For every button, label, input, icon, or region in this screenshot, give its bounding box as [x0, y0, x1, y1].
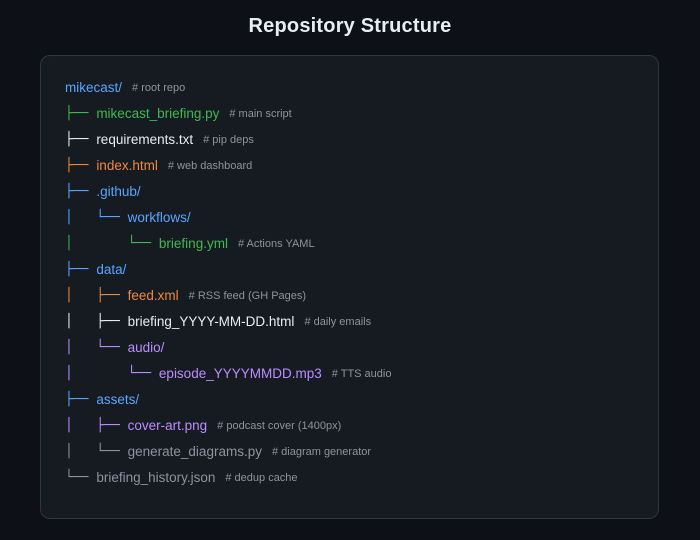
folder-name[interactable]: .github/ [96, 182, 140, 202]
entry-comment: # pip deps [203, 134, 254, 146]
file-name[interactable]: briefing.yml [159, 234, 228, 254]
file-name[interactable]: feed.xml [128, 286, 179, 306]
tree-row[interactable]: ├── mikecast_briefing.py # main script [65, 104, 292, 124]
tree-branch-prefix: ├── [65, 158, 97, 173]
tree-row[interactable]: │ └── audio/ [65, 338, 164, 358]
entry-comment: # TTS audio [331, 368, 392, 380]
repository-tree-panel: mikecast/ # root repo ├── mikecast_briefin… [40, 55, 659, 519]
tree-row[interactable]: └── briefing_history.json # dedup cache [65, 468, 298, 488]
tree-row[interactable]: │ ├── cover-art.png # podcast cover (1400… [65, 416, 341, 436]
tree-branch-prefix: ├── [65, 106, 97, 121]
file-name[interactable]: requirements.txt [96, 130, 193, 150]
entry-comment: # Actions YAML [237, 238, 315, 250]
tree-branch-prefix: └── [65, 470, 97, 485]
entry-comment: # dedup cache [225, 472, 298, 484]
file-name[interactable]: mikecast_briefing.py [96, 104, 219, 124]
folder-name[interactable]: workflows/ [128, 208, 191, 228]
file-name[interactable]: briefing_history.json [96, 468, 215, 488]
tree-row[interactable]: │ ├── briefing_YYYY-MM-DD.html # daily em… [65, 312, 371, 332]
tree-row[interactable]: │ └── briefing.yml # Actions YAML [65, 234, 315, 254]
tree-row[interactable]: │ ├── feed.xml # RSS feed (GH Pages) [65, 286, 306, 306]
tree-row[interactable]: │ └── generate_diagrams.py # diagram gene… [65, 442, 371, 462]
entry-comment: # main script [229, 108, 292, 120]
folder-name[interactable]: data/ [96, 260, 126, 280]
tree-branch-prefix: │ └── [65, 236, 159, 251]
entry-comment: # RSS feed (GH Pages) [188, 290, 307, 302]
entry-comment: # root repo [132, 82, 186, 94]
tree-branch-prefix: │ └── [65, 210, 128, 225]
entry-comment: # diagram generator [271, 446, 372, 458]
file-name[interactable]: generate_diagrams.py [128, 442, 262, 462]
tree-row[interactable]: │ └── workflows/ [65, 208, 191, 228]
file-name[interactable]: briefing_YYYY-MM-DD.html [128, 312, 295, 332]
page-title: Repository Structure [248, 15, 452, 37]
tree-branch-prefix: ├── [65, 262, 97, 277]
tree-row[interactable]: ├── requirements.txt # pip deps [65, 130, 254, 150]
file-name[interactable]: index.html [96, 156, 158, 176]
tree-branch-prefix: ├── [65, 132, 97, 147]
entry-comment: # podcast cover (1400px) [217, 420, 342, 432]
tree-branch-prefix: │ ├── [65, 418, 128, 433]
entry-comment: # daily emails [304, 316, 372, 328]
tree-branch-prefix: │ └── [65, 340, 128, 355]
tree-row[interactable]: ├── data/ [65, 260, 126, 280]
file-name[interactable]: cover-art.png [128, 416, 208, 436]
tree-branch-prefix: ├── [65, 184, 97, 199]
file-name[interactable]: episode_YYYYMMDD.mp3 [159, 364, 322, 384]
tree-branch-prefix: ├── [65, 392, 97, 407]
tree-row[interactable]: │ └── episode_YYYYMMDD.mp3 # TTS audio [65, 364, 391, 384]
tree-row[interactable]: ├── assets/ [65, 390, 139, 410]
file-name[interactable]: audio/ [128, 338, 165, 358]
tree-row[interactable]: ├── .github/ [65, 182, 141, 202]
folder-name[interactable]: assets/ [96, 390, 139, 410]
tree-branch-prefix: │ ├── [65, 288, 128, 303]
tree-row[interactable]: ├── index.html # web dashboard [65, 156, 252, 176]
tree-branch-prefix: │ └── [65, 444, 128, 459]
tree-branch-prefix: │ ├── [65, 314, 128, 329]
folder-name[interactable]: mikecast/ [65, 78, 122, 98]
tree-branch-prefix: │ └── [65, 366, 159, 381]
entry-comment: # web dashboard [167, 160, 253, 172]
tree-row[interactable]: mikecast/ # root repo [65, 78, 185, 98]
